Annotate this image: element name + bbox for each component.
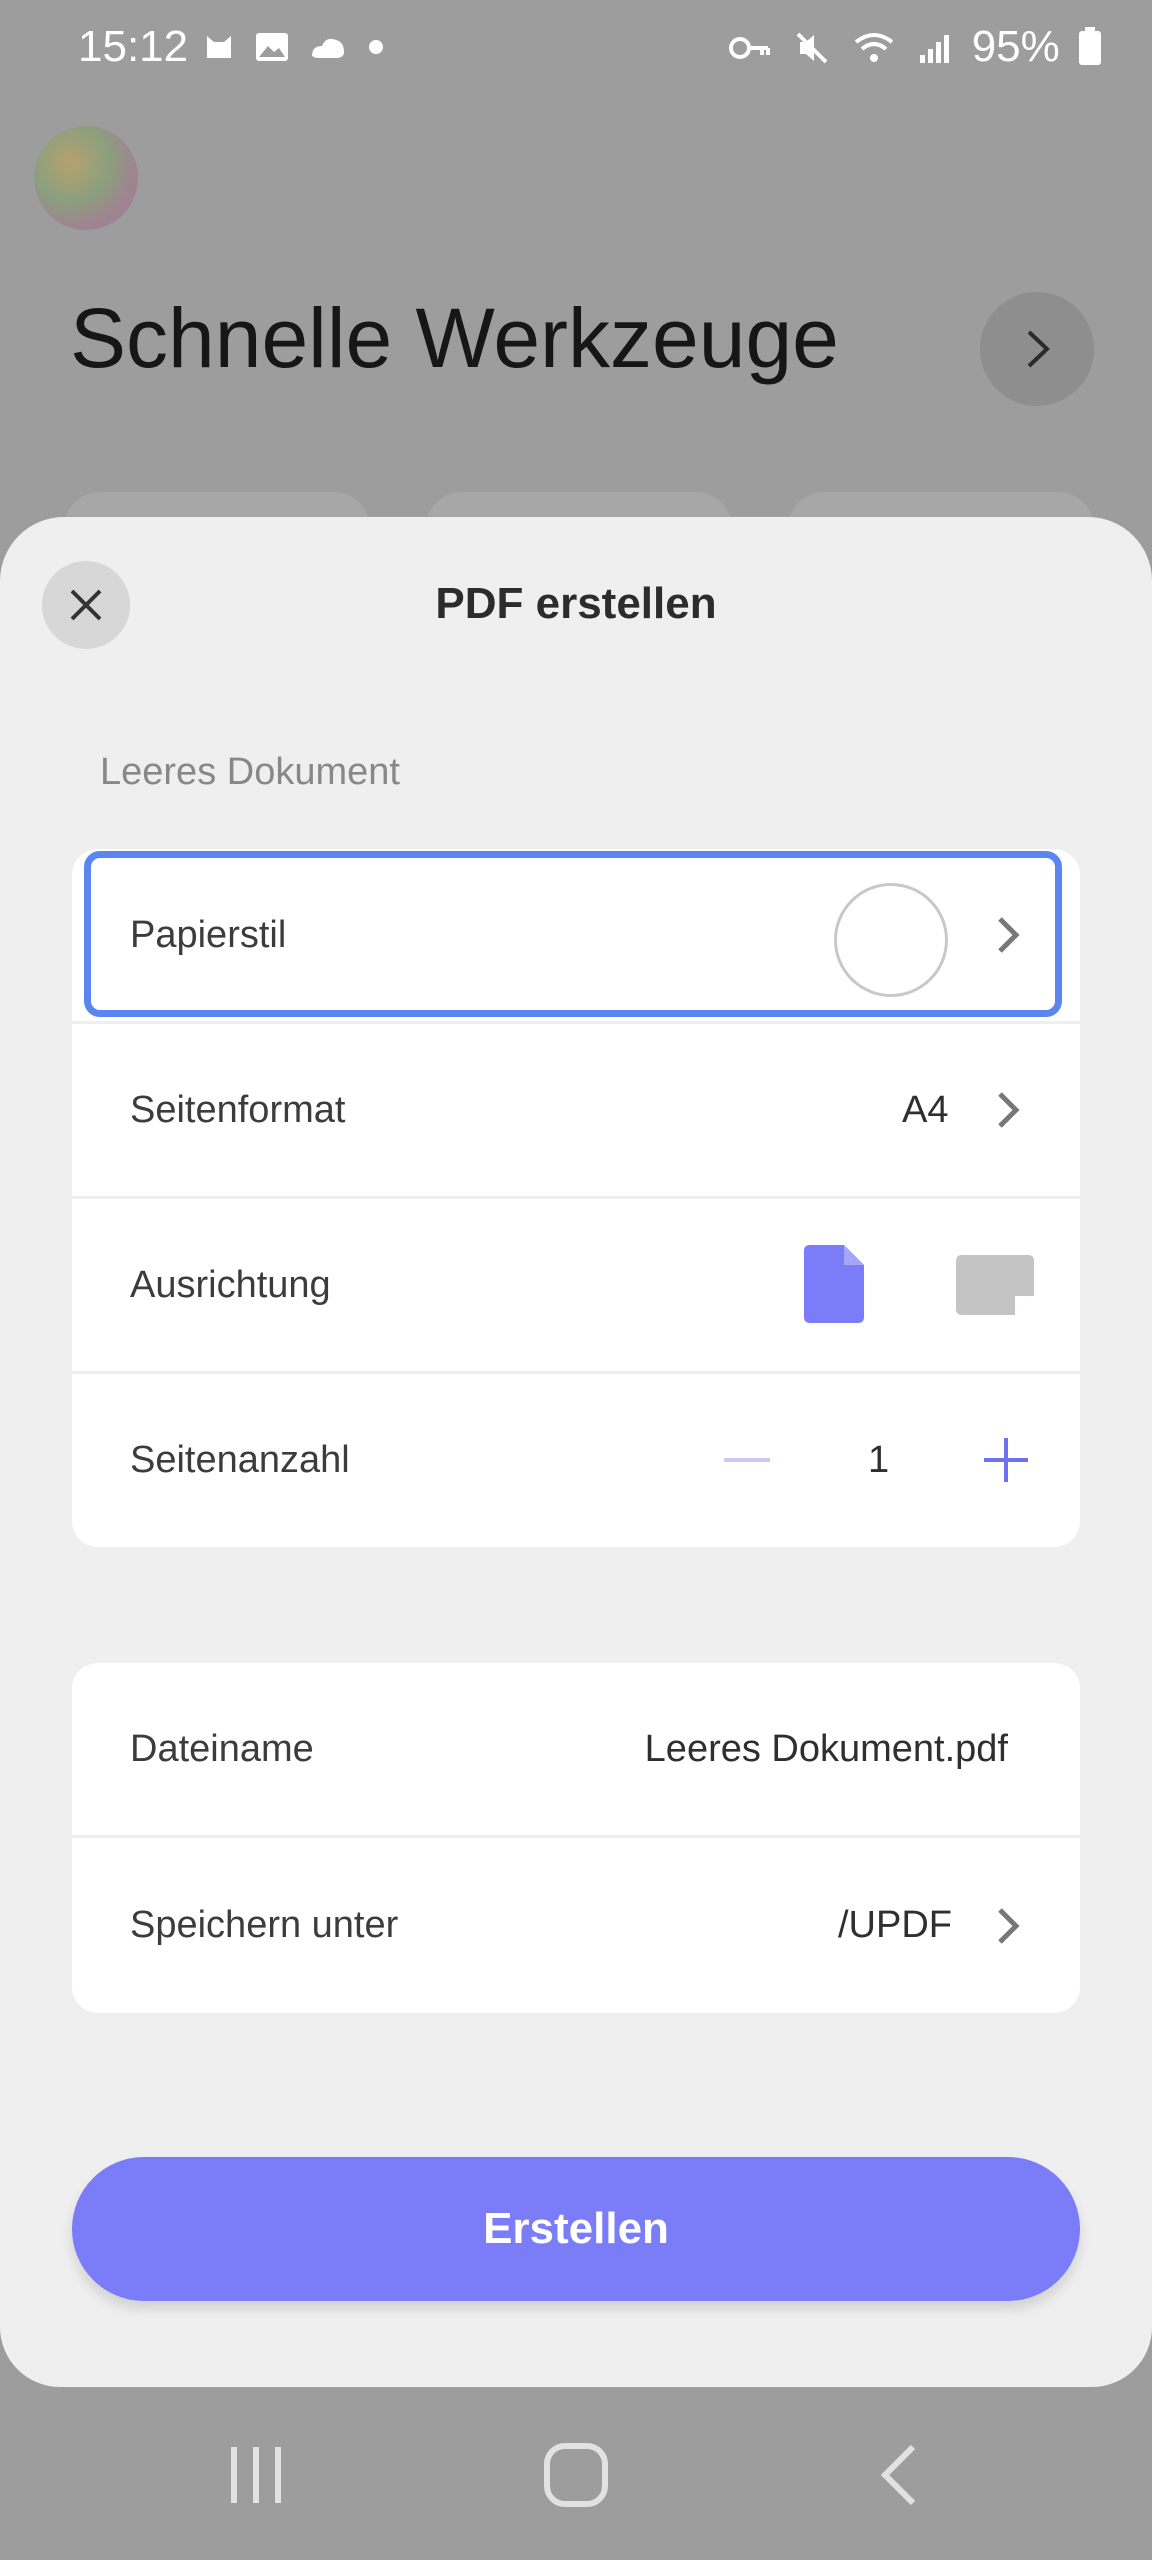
save-location-value: /UPDF [838,1903,952,1946]
decrement-button[interactable] [724,1456,770,1464]
increment-button[interactable] [982,1436,1030,1484]
orientation-label: Ausrichtung [130,1263,331,1306]
chevron-right-icon [998,1908,1020,1944]
document-settings-group: Papierstil Seitenformat A4 Ausrichtung S… [72,849,1080,1547]
file-name-label: Dateiname [130,1727,314,1770]
back-icon [880,2444,916,2506]
file-name-value[interactable]: Leeres Dokument.pdf [645,1728,1008,1771]
section-label: Leeres Dokument [100,751,400,793]
create-button[interactable]: Erstellen [72,2157,1080,2301]
wifi-icon [854,33,894,62]
page-format-row[interactable]: Seitenformat A4 [72,1024,1080,1196]
portrait-orientation-icon[interactable] [804,1245,864,1323]
page-count-row: Seitenanzahl 1 [72,1374,1080,1546]
file-settings-group: Dateiname Leeres Dokument.pdf Speichern … [72,1663,1080,2013]
save-location-label: Speichern unter [130,1903,399,1946]
page-format-value: A4 [902,1088,949,1131]
home-icon [544,2443,608,2507]
back-button[interactable] [848,2430,948,2520]
page-count-label: Seitenanzahl [130,1438,350,1481]
cloud-icon [312,38,344,58]
chevron-right-icon [1027,330,1050,368]
page-count-value: 1 [868,1438,890,1481]
landscape-orientation-icon[interactable] [956,1255,1034,1315]
orientation-row: Ausrichtung [72,1199,1080,1371]
create-pdf-sheet: PDF erstellen Leeres Dokument Papierstil… [0,517,1152,2387]
status-bar: 15:12 95% [0,0,1152,100]
save-location-row[interactable]: Speichern unter /UPDF [72,1838,1080,2012]
paper-style-row[interactable]: Papierstil [72,849,1080,1021]
tools-more-button[interactable] [980,292,1094,406]
chevron-right-icon [998,917,1020,953]
chevron-right-icon [998,1092,1020,1128]
battery-icon [1079,27,1101,65]
battery-indicator: 95% [972,22,1102,72]
navigation-bar [0,2390,1152,2560]
paper-style-preview [834,883,948,997]
paper-style-label: Papierstil [130,913,287,956]
dot-icon [369,40,383,54]
system-icons [728,30,952,66]
signal-icon [920,35,949,63]
avatar[interactable] [34,126,138,230]
sheet-title: PDF erstellen [435,579,717,628]
key-icon [729,37,770,59]
mute-icon [796,32,828,64]
page-format-label: Seitenformat [130,1088,346,1131]
status-time: 15:12 [78,22,189,71]
battery-percent: 95% [971,22,1060,71]
recent-apps-icon [231,2447,281,2503]
recent-apps-button[interactable] [206,2430,306,2520]
page-title: Schnelle Werkzeuge [70,291,839,385]
file-name-row[interactable]: Dateiname Leeres Dokument.pdf [72,1663,1080,1835]
cat-icon [207,36,231,58]
notification-icons [202,30,386,64]
image-icon [256,33,288,61]
home-button[interactable] [526,2430,626,2520]
